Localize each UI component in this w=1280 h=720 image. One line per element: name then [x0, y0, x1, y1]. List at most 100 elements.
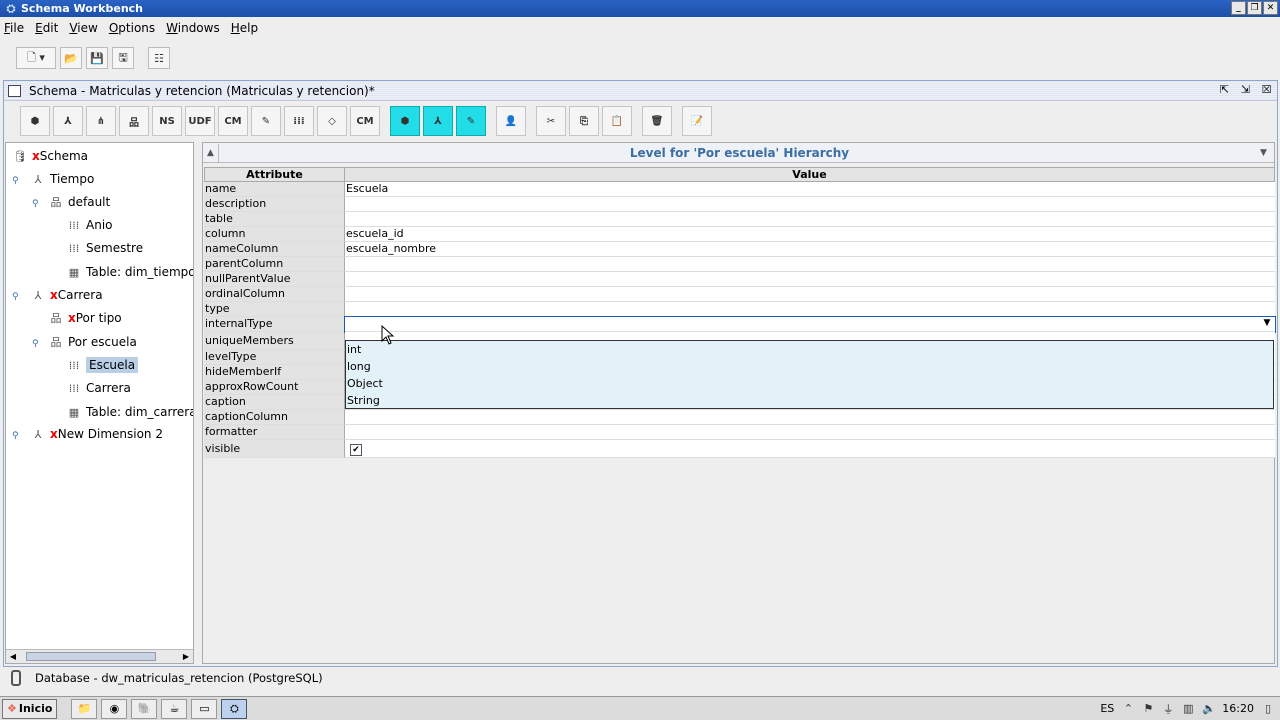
add-hierarchy-icon[interactable]: 品: [119, 106, 149, 136]
chevron-down-icon[interactable]: ▼: [1260, 148, 1274, 158]
network-icon[interactable]: ▥: [1182, 702, 1194, 715]
tree-horizontal-scrollbar[interactable]: ◀ ▶: [6, 649, 193, 663]
add-dimension-usage-icon[interactable]: ⋔: [86, 106, 116, 136]
expand-toggle-icon[interactable]: ⚲: [32, 199, 39, 209]
tree-node-new-dimension-2[interactable]: ⅄ x New Dimension 2: [30, 425, 163, 443]
tree-node-schema[interactable]: 🛢 x Schema: [12, 147, 88, 165]
add-udf-button[interactable]: UDF: [185, 106, 215, 136]
tree-node-tiempo[interactable]: ⅄ Tiempo: [30, 170, 95, 188]
expand-toggle-icon[interactable]: ⚲: [32, 339, 39, 349]
minimize-button[interactable]: _: [1231, 1, 1246, 15]
copy-icon[interactable]: ⎘: [569, 106, 599, 136]
chrome-task-icon[interactable]: ◉: [101, 698, 128, 719]
attribute-value-cell[interactable]: [345, 302, 1275, 317]
show-desktop-icon[interactable]: ▯: [1262, 702, 1274, 715]
add-virtual-dimension-icon[interactable]: ⅄: [423, 106, 453, 136]
menu-options[interactable]: Options: [109, 21, 155, 35]
close-internal-icon[interactable]: ☒: [1260, 84, 1273, 97]
open-folder-icon[interactable]: 📂: [60, 47, 82, 69]
show-hidden-icons-icon[interactable]: ⌃: [1122, 702, 1134, 715]
expand-toggle-icon[interactable]: ⚲: [12, 176, 19, 186]
clock[interactable]: 16:20: [1222, 702, 1254, 715]
dropdown-option[interactable]: int: [346, 341, 1273, 358]
attribute-value-cell[interactable]: escuela_id: [345, 227, 1275, 242]
tree-node-carrera-level[interactable]: ⁞⁞⁞ Carrera: [66, 379, 131, 397]
save-icon[interactable]: 💾: [86, 47, 108, 69]
add-role-icon[interactable]: 👤: [496, 106, 526, 136]
add-virtual-measure-icon[interactable]: ✎: [456, 106, 486, 136]
tree-node-default-hierarchy[interactable]: 品 default: [48, 193, 111, 211]
add-dimension-icon[interactable]: ⅄: [53, 106, 83, 136]
paste-icon[interactable]: 📋: [602, 106, 632, 136]
iconify-icon[interactable]: ⇱: [1218, 84, 1231, 97]
delete-icon[interactable]: 🗑: [642, 106, 672, 136]
tree-node-anio[interactable]: ⁞⁞⁞ Anio: [66, 216, 113, 234]
add-level-icon[interactable]: ⁞⁞⁞: [284, 106, 314, 136]
schema-tree[interactable]: 🛢 x Schema ⚲ ⅄ Tiempo ⚲ 品 default ⁞⁞⁞ Ani…: [5, 142, 194, 664]
usb-icon[interactable]: ⏚: [1162, 701, 1174, 717]
add-calculated-member-button[interactable]: CM: [218, 106, 248, 136]
add-cube-icon[interactable]: ⬢: [20, 106, 50, 136]
restore-button[interactable]: ❐: [1247, 1, 1262, 15]
cmd-task-icon[interactable]: ▭: [191, 698, 218, 719]
attribute-value-cell[interactable]: [345, 425, 1275, 440]
tree-node-semestre[interactable]: ⁞⁞⁞ Semestre: [66, 239, 143, 257]
add-cm-formula-button[interactable]: CM: [350, 106, 380, 136]
menu-view[interactable]: View: [69, 21, 97, 35]
attribute-value-cell[interactable]: Escuela: [345, 182, 1275, 197]
close-button[interactable]: ✕: [1263, 1, 1278, 15]
tree-node-por-escuela[interactable]: 品 Por escuela: [48, 333, 137, 351]
volume-icon[interactable]: 🔈: [1202, 702, 1216, 715]
expand-toggle-icon[interactable]: ⚲: [12, 431, 19, 441]
save-as-icon[interactable]: 🖫: [112, 47, 134, 69]
tree-node-table-dim-tiempo[interactable]: ▦ Table: dim_tiempo: [66, 263, 193, 281]
attribute-value-cell[interactable]: [345, 272, 1275, 287]
tree-node-escuela[interactable]: ⁞⁞⁞ Escuela: [66, 356, 139, 374]
scroll-left-icon[interactable]: ◀: [6, 650, 20, 663]
table-icon: ▦: [68, 265, 80, 279]
visible-checkbox[interactable]: ✔: [350, 444, 362, 456]
chevron-down-icon[interactable]: ▼: [1260, 317, 1274, 330]
attribute-value-cell[interactable]: [345, 197, 1275, 212]
pgadmin-task-icon[interactable]: 🐘: [131, 698, 158, 719]
dropdown-option[interactable]: Object: [346, 375, 1273, 392]
action-center-icon[interactable]: ⚑: [1142, 702, 1154, 715]
attribute-value-cell[interactable]: [345, 410, 1275, 425]
tree-node-table-dim-carrera[interactable]: ▦ Table: dim_carrera: [66, 403, 193, 421]
tree-node-por-tipo[interactable]: 品 x Por tipo: [48, 309, 122, 327]
expand-toggle-icon[interactable]: ⚲: [12, 292, 19, 302]
scrollbar-thumb[interactable]: [26, 652, 156, 661]
add-virtual-cube-icon[interactable]: ⬢: [390, 106, 420, 136]
menu-windows[interactable]: Windows: [166, 21, 220, 35]
attribute-value-cell[interactable]: [345, 212, 1275, 227]
attribute-value-cell[interactable]: [345, 257, 1275, 272]
menu-file[interactable]: File: [4, 21, 24, 35]
collapse-arrow-icon[interactable]: ▲: [203, 143, 219, 162]
maximize-icon[interactable]: ⇲: [1239, 84, 1252, 97]
column-header-attribute[interactable]: Attribute: [204, 167, 345, 182]
attribute-value-cell[interactable]: escuela_nombre: [345, 242, 1275, 257]
internal-type-combo[interactable]: ▼: [344, 316, 1276, 333]
add-property-icon[interactable]: ◇: [317, 106, 347, 136]
attribute-value-cell[interactable]: [345, 287, 1275, 302]
menu-help[interactable]: Help: [231, 21, 258, 35]
dropdown-option[interactable]: String: [346, 392, 1273, 409]
java-task-icon[interactable]: ☕: [161, 698, 188, 719]
cut-icon[interactable]: ✂: [536, 106, 566, 136]
internal-type-dropdown-list[interactable]: int long Object String: [345, 340, 1274, 409]
add-named-set-button[interactable]: NS: [152, 106, 182, 136]
column-header-value[interactable]: Value: [345, 167, 1275, 182]
preferences-icon[interactable]: ☷: [148, 47, 170, 69]
explorer-task-icon[interactable]: 📁: [71, 698, 98, 719]
attribute-value-cell[interactable]: ✔: [345, 440, 1275, 458]
dropdown-option[interactable]: long: [346, 358, 1273, 375]
new-schema-dropdown-button[interactable]: 🗋 ▾: [16, 47, 56, 69]
schema-workbench-task-icon[interactable]: ⛭: [221, 698, 248, 719]
tree-node-carrera[interactable]: ⅄ x Carrera: [30, 286, 103, 304]
scroll-right-icon[interactable]: ▶: [179, 650, 193, 663]
start-button[interactable]: ❖ Inicio: [2, 698, 58, 719]
menu-edit[interactable]: Edit: [35, 21, 58, 35]
language-indicator[interactable]: ES: [1100, 702, 1114, 715]
edit-mode-icon[interactable]: 📝: [682, 106, 712, 136]
add-measure-icon[interactable]: ✎: [251, 106, 281, 136]
